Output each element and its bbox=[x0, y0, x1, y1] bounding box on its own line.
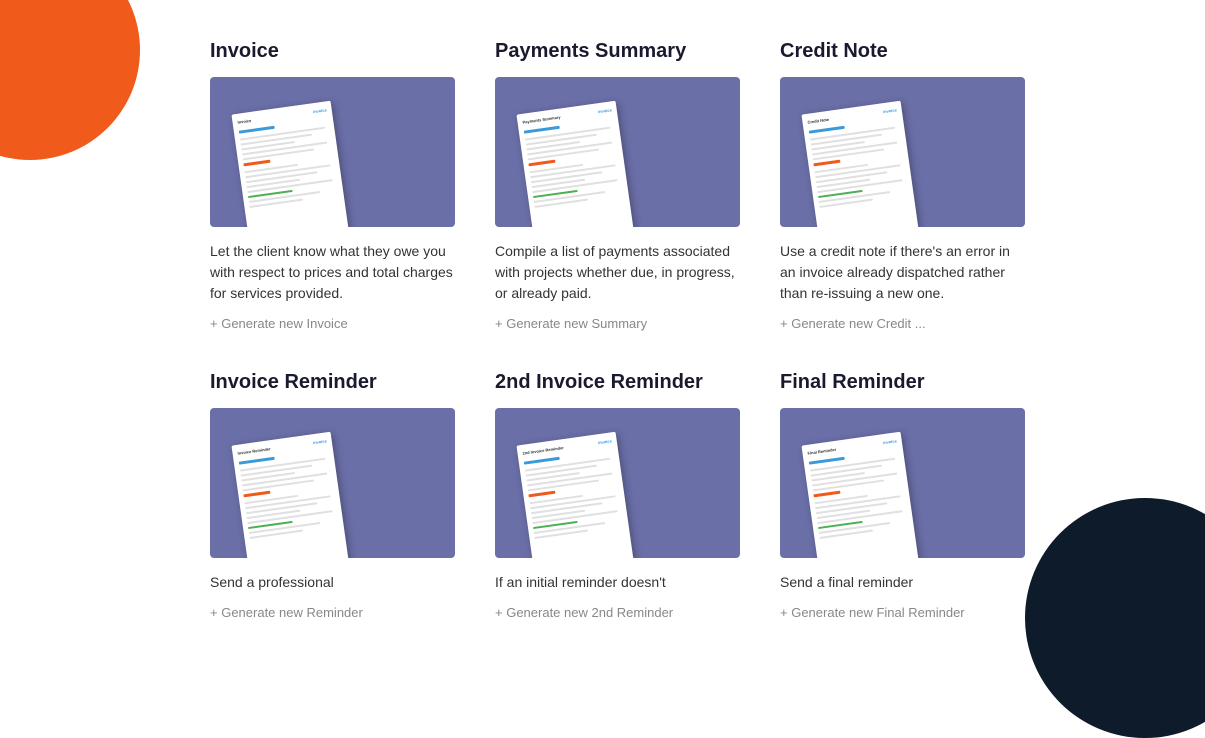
card-action-invoice[interactable]: + Generate new Invoice bbox=[210, 316, 455, 331]
card-title-2nd-invoice-reminder: 2nd Invoice Reminder bbox=[495, 371, 740, 394]
doc-mock-invoice: Invoice invoice bbox=[231, 101, 348, 227]
doc-mock-credit-note: Credit Note invoice bbox=[801, 101, 918, 227]
card-invoice-reminder: Invoice Reminder Invoice Reminder invoic… bbox=[210, 371, 455, 620]
card-description-credit-note: Use a credit note if there's an error in… bbox=[780, 241, 1025, 304]
card-action-final-reminder[interactable]: + Generate new Final Reminder bbox=[780, 605, 1025, 620]
card-action-invoice-reminder[interactable]: + Generate new Reminder bbox=[210, 605, 455, 620]
card-image-credit-note: Credit Note invoice bbox=[780, 77, 1025, 227]
card-title-credit-note: Credit Note bbox=[780, 40, 1025, 63]
doc-mock-final-reminder: Final Reminder invoice bbox=[801, 432, 918, 558]
card-description-payments-summary: Compile a list of payments associated wi… bbox=[495, 241, 740, 304]
card-title-payments-summary: Payments Summary bbox=[495, 40, 740, 63]
card-action-2nd-invoice-reminder[interactable]: + Generate new 2nd Reminder bbox=[495, 605, 740, 620]
card-description-final-reminder: Send a final reminder bbox=[780, 572, 1025, 593]
doc-mock-2nd-invoice-reminder: 2nd Invoice Reminder invoice bbox=[516, 432, 633, 558]
card-payments-summary: Payments Summary Payments Summary invoic… bbox=[495, 40, 740, 331]
card-invoice: Invoice Invoice invoice Let the client k… bbox=[210, 40, 455, 331]
main-content: Invoice Invoice invoice Let the client k… bbox=[0, 0, 1205, 660]
card-image-invoice: Invoice invoice bbox=[210, 77, 455, 227]
card-description-invoice: Let the client know what they owe you wi… bbox=[210, 241, 455, 304]
doc-mock-payments-summary: Payments Summary invoice bbox=[516, 101, 633, 227]
card-credit-note: Credit Note Credit Note invoice Use a cr… bbox=[780, 40, 1025, 331]
card-description-invoice-reminder: Send a professional bbox=[210, 572, 455, 593]
card-action-payments-summary[interactable]: + Generate new Summary bbox=[495, 316, 740, 331]
doc-mock-invoice-reminder: Invoice Reminder invoice bbox=[231, 432, 348, 558]
card-image-final-reminder: Final Reminder invoice bbox=[780, 408, 1025, 558]
card-title-invoice: Invoice bbox=[210, 40, 455, 63]
card-action-credit-note[interactable]: + Generate new Credit ... bbox=[780, 316, 1025, 331]
card-image-invoice-reminder: Invoice Reminder invoice bbox=[210, 408, 455, 558]
cards-grid: Invoice Invoice invoice Let the client k… bbox=[210, 40, 1025, 620]
card-title-final-reminder: Final Reminder bbox=[780, 371, 1025, 394]
card-image-2nd-invoice-reminder: 2nd Invoice Reminder invoice bbox=[495, 408, 740, 558]
card-2nd-invoice-reminder: 2nd Invoice Reminder 2nd Invoice Reminde… bbox=[495, 371, 740, 620]
card-title-invoice-reminder: Invoice Reminder bbox=[210, 371, 455, 394]
card-description-2nd-invoice-reminder: If an initial reminder doesn't bbox=[495, 572, 740, 593]
card-image-payments-summary: Payments Summary invoice bbox=[495, 77, 740, 227]
card-final-reminder: Final Reminder Final Reminder invoice Se… bbox=[780, 371, 1025, 620]
